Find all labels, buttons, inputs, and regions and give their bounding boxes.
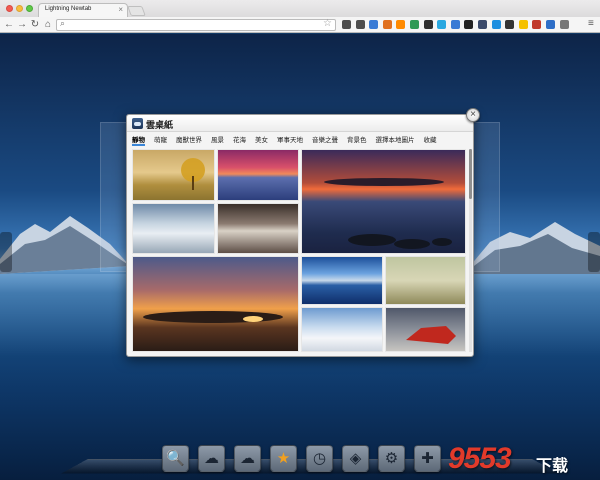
tab-category[interactable]: 美女 (255, 134, 268, 146)
wallpaper-thumbnail[interactable] (301, 307, 383, 352)
tab-category[interactable]: 風景 (211, 134, 224, 146)
sunset-lake-photo (143, 311, 283, 323)
extension-icon[interactable] (491, 20, 501, 29)
wallpaper-thumbnail[interactable] (217, 203, 299, 254)
tree-photo (181, 158, 205, 190)
extension-icon[interactable] (437, 20, 447, 29)
extension-icon[interactable] (450, 20, 460, 29)
window-minimize-button[interactable] (16, 5, 23, 12)
category-tabs: 靜物 萌寵 魔獸世界 風景 花海 美女 軍事天地 音樂之聲 背景色 選擇本地圖片 收藏 (132, 134, 446, 146)
tab-category[interactable]: 花海 (233, 134, 246, 146)
new-tab-button[interactable] (127, 6, 146, 16)
search-icon[interactable]: 🔍 (162, 445, 189, 472)
tab-category[interactable]: 收藏 (424, 134, 437, 146)
extension-icon[interactable] (410, 20, 419, 29)
tab-title: Lightning Newtab (45, 6, 92, 12)
dialog-header: 雲桌紙 (127, 115, 473, 132)
reload-icon[interactable]: ↻ (29, 18, 41, 31)
home-icon[interactable]: ⌂ (42, 18, 54, 31)
cloud-icon[interactable]: ☁ (234, 445, 261, 472)
extension-icon[interactable] (396, 20, 406, 29)
scrollbar-thumb[interactable] (469, 149, 472, 199)
tab-category[interactable]: 選擇本地圖片 (376, 134, 415, 146)
extension-icon[interactable] (355, 20, 365, 29)
cloud-wallpaper-icon[interactable]: ☁ (198, 445, 225, 472)
browser-tab[interactable]: Lightning Newtab × (38, 3, 128, 17)
history-icon[interactable]: ◷ (306, 445, 333, 472)
dialog-title: 雲桌紙 (146, 120, 174, 130)
tab-category[interactable]: 軍事天地 (277, 134, 303, 146)
extension-icon[interactable] (505, 20, 515, 29)
tab-category[interactable]: 音樂之聲 (312, 134, 338, 146)
dropbox-icon[interactable]: ◈ (342, 445, 369, 472)
extension-icon[interactable] (342, 20, 351, 29)
extension-icon[interactable] (464, 20, 474, 29)
bookmark-star-icon[interactable]: ☆ (323, 18, 332, 29)
next-page-handle[interactable] (588, 232, 600, 272)
tab-category[interactable]: 背景色 (347, 134, 367, 146)
wallpaper-grid (132, 149, 466, 352)
extension-icon[interactable] (369, 20, 379, 29)
dock: 🔍 ☁ ☁ ★ ◷ ◈ ⚙ ✚ (162, 445, 450, 473)
extension-icon[interactable] (382, 20, 392, 29)
wallpaper-thumbnail[interactable] (385, 256, 466, 305)
wallpaper-thumbnail[interactable] (217, 149, 299, 201)
extension-icon[interactable] (532, 20, 542, 29)
address-bar[interactable]: ⌕ ☆ (56, 18, 336, 31)
browser-tab-bar: Lightning Newtab × (0, 0, 600, 17)
wallpaper-thumbnail[interactable] (385, 307, 466, 352)
extension-icon[interactable] (478, 20, 487, 29)
watermark-sub: 下载 (536, 458, 569, 475)
search-icon: ⌕ (60, 18, 66, 28)
settings-icon[interactable]: ⚙ (378, 445, 405, 472)
extension-icon[interactable] (546, 20, 555, 29)
wallpaper-thumbnail[interactable] (132, 256, 299, 352)
extension-icon[interactable] (559, 20, 569, 29)
wallpaper-thumbnail[interactable] (301, 149, 466, 254)
window-maximize-button[interactable] (26, 5, 33, 12)
add-icon[interactable]: ✚ (414, 445, 441, 472)
tab-category[interactable]: 魔獸世界 (176, 134, 202, 146)
wallpaper-thumbnail[interactable] (132, 149, 215, 201)
menu-icon[interactable]: ≡ (588, 18, 594, 29)
prev-page-handle[interactable] (0, 232, 12, 272)
wallpaper-thumbnail[interactable] (301, 256, 383, 305)
tab-category[interactable]: 靜物 (132, 134, 145, 146)
favorite-icon[interactable]: ★ (270, 445, 297, 472)
browser-toolbar: ← → ↻ ⌂ ⌕ ☆ ≡ (0, 17, 600, 33)
window-close-button[interactable] (6, 5, 13, 12)
watermark-logo: 9553 (448, 442, 512, 475)
back-icon[interactable]: ← (3, 18, 15, 31)
car-photo (406, 326, 456, 344)
tab-category[interactable]: 萌寵 (154, 134, 167, 146)
extension-icon[interactable] (423, 20, 433, 29)
cloud-logo-icon (132, 118, 143, 129)
wallpaper-dialog: 雲桌紙 靜物 萌寵 魔獸世界 風景 花海 美女 軍事天地 音樂之聲 背景色 選擇本地圖片 收藏 (126, 114, 474, 357)
dialog-close-button[interactable]: × (466, 108, 480, 122)
extension-icon[interactable] (518, 20, 528, 29)
sunset-rocks-photo (324, 178, 452, 249)
forward-icon[interactable]: → (16, 18, 28, 31)
wallpaper-thumbnail[interactable] (132, 203, 215, 254)
tab-close-icon[interactable]: × (118, 5, 123, 14)
